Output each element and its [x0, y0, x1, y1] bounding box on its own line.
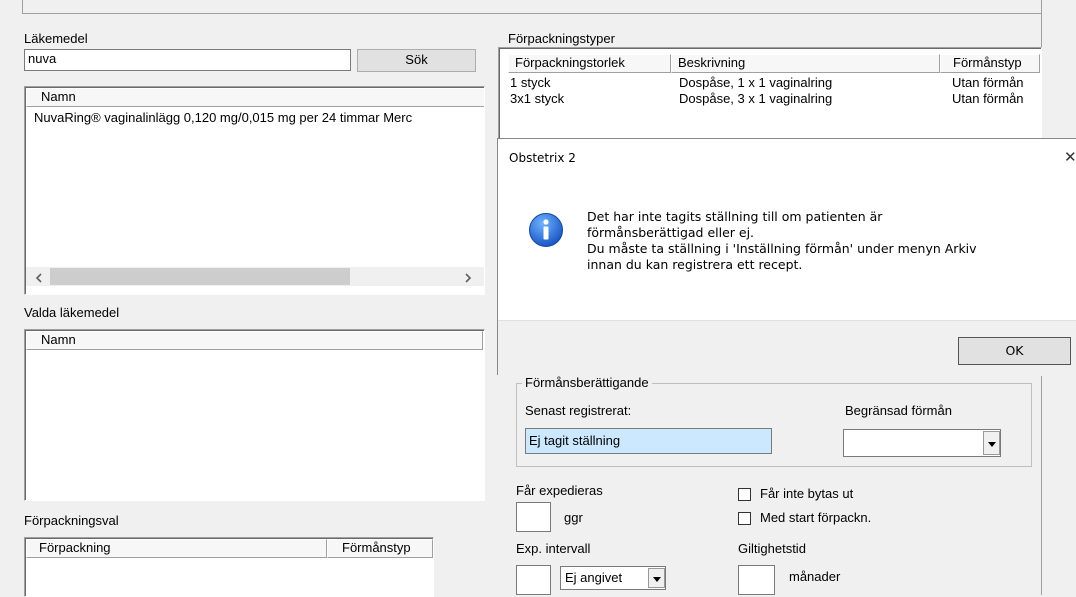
formansberattigande-group-title: Förmånsberättigande	[522, 375, 652, 390]
med-start-label: Med start förpackn.	[760, 510, 872, 525]
drug-list[interactable]: Namn NuvaRing® vaginalinlägg 0,120 mg/0,…	[24, 86, 485, 295]
ggr-label: ggr	[564, 510, 583, 525]
giltighetstid-input[interactable]	[738, 565, 775, 595]
pack-row-1-desc[interactable]: Dospåse, 1 x 1 vaginalring	[679, 75, 832, 90]
message-dialog: Obstetrix 2 ✕ Det har inte tagits ställn…	[497, 138, 1076, 376]
message-line: Du måste ta ställning i 'Inställning för…	[587, 241, 977, 256]
senast-registrerat-label: Senast registrerat:	[525, 403, 632, 418]
exp-intervall-label: Exp. intervall	[516, 541, 591, 556]
senast-registrerat-field[interactable]: Ej tagit ställning	[525, 428, 772, 454]
forpackningstyper-label: Förpackningstyper	[508, 31, 615, 46]
drug-list-hscrollbar[interactable]	[26, 267, 484, 286]
giltighetstid-label: Giltighetstid	[738, 541, 806, 556]
pack-row-1-type[interactable]: Utan förmån	[952, 75, 1024, 90]
far-expedieras-input[interactable]	[516, 502, 551, 532]
forpackningsval-header-formanstyp[interactable]: Förmånstyp	[327, 539, 433, 558]
forpackningstyper-header-formanstyp[interactable]: Förmånstyp	[940, 54, 1040, 73]
forpackningsval-header-forpackning[interactable]: Förpackning	[26, 539, 327, 558]
begransad-forman-label: Begränsad förmån	[845, 403, 952, 418]
drug-search-input[interactable]: nuva	[24, 49, 351, 71]
dialog-title: Obstetrix 2	[509, 151, 576, 165]
begransad-forman-select[interactable]	[843, 429, 1001, 457]
top-frame-border	[22, 0, 1042, 14]
search-button[interactable]: Sök	[357, 49, 476, 72]
info-icon	[528, 212, 564, 248]
scroll-left-arrow-icon[interactable]	[34, 271, 44, 283]
close-icon[interactable]: ✕	[1064, 148, 1076, 166]
valda-lakemedel-label: Valda läkemedel	[24, 305, 120, 320]
pack-row-1-size[interactable]: 1 styck	[510, 75, 550, 90]
valda-lakemedel-list[interactable]: Namn	[24, 329, 485, 501]
pack-row-2-size[interactable]: 3x1 styck	[510, 91, 564, 106]
scroll-right-arrow-icon[interactable]	[463, 271, 473, 283]
scroll-thumb[interactable]	[50, 268, 350, 285]
ok-button[interactable]: OK	[958, 337, 1071, 365]
forpackningstyper-header-storlek[interactable]: Förpackningstorlek	[508, 54, 671, 73]
valda-list-header-namn[interactable]: Namn	[26, 331, 483, 350]
drug-list-header-namn[interactable]: Namn	[26, 88, 484, 107]
exp-intervall-dropdown-arrow[interactable]	[648, 568, 665, 588]
far-inte-bytas-label: Får inte bytas ut	[760, 486, 854, 501]
exp-intervall-unit-value: Ej angivet	[565, 570, 623, 585]
drug-list-row[interactable]: NuvaRing® vaginalinlägg 0,120 mg/0,015 m…	[34, 110, 412, 125]
med-start-checkbox[interactable]	[738, 512, 751, 525]
dialog-message: Det har inte tagits ställning till om pa…	[587, 209, 977, 273]
far-expedieras-label: Får expedieras	[516, 483, 603, 498]
message-line: innan du kan registrera ett recept.	[587, 257, 803, 272]
chevron-down-icon	[988, 442, 996, 447]
pack-row-2-desc[interactable]: Dospåse, 3 x 1 vaginalring	[679, 91, 832, 106]
exp-intervall-number-input[interactable]	[516, 565, 551, 595]
forpackningstyper-header-beskrivning[interactable]: Beskrivning	[671, 54, 940, 73]
exp-intervall-unit-select[interactable]: Ej angivet	[560, 566, 666, 590]
message-line: förmånsberättigad eller ej.	[587, 225, 755, 240]
pack-row-2-type[interactable]: Utan förmån	[952, 91, 1024, 106]
chevron-down-icon	[653, 577, 661, 582]
lakemedel-label: Läkemedel	[24, 31, 88, 46]
far-inte-bytas-checkbox[interactable]	[738, 488, 751, 501]
dialog-footer: OK	[498, 320, 1076, 376]
message-line: Det har inte tagits ställning till om pa…	[587, 209, 883, 224]
begransad-forman-dropdown-arrow[interactable]	[983, 431, 1000, 455]
forpackningsval-list[interactable]: Förpackning Förmånstyp	[24, 537, 434, 597]
forpackningsval-label: Förpackningsval	[24, 513, 119, 528]
manader-label: månader	[789, 569, 841, 584]
